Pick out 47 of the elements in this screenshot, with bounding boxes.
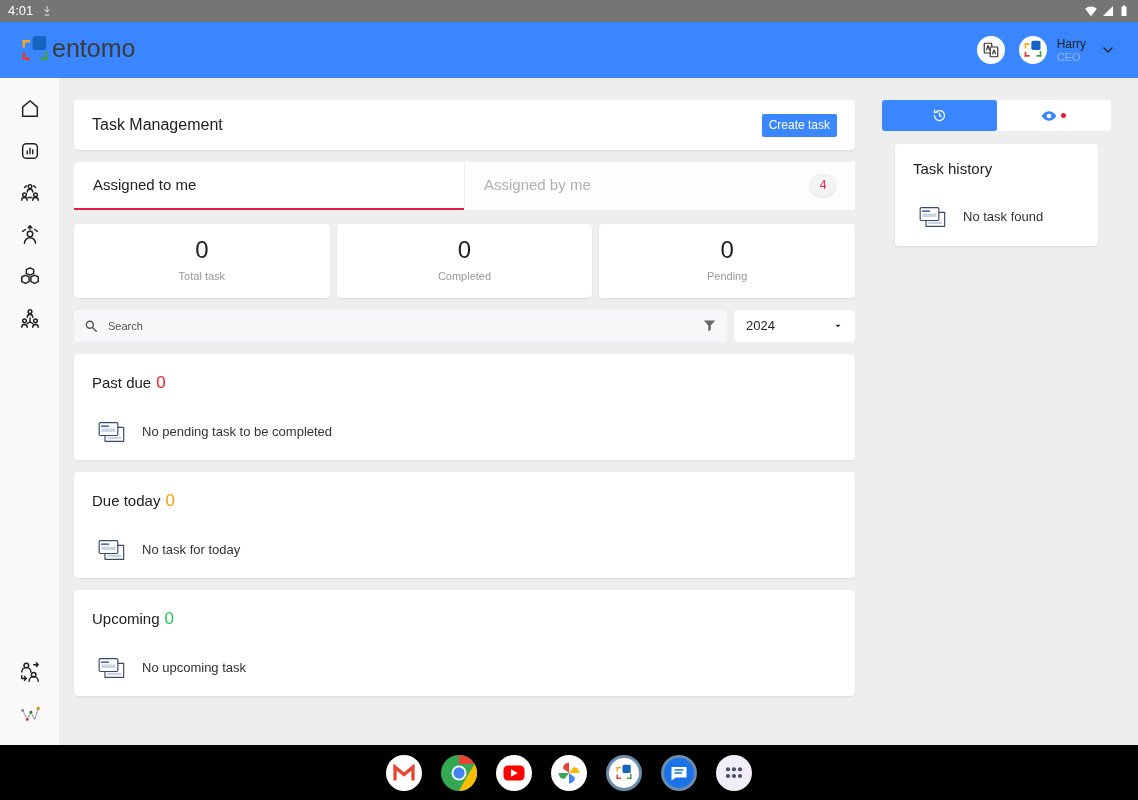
people-swap-icon[interactable]: [18, 661, 41, 683]
user-role: CEO: [1056, 51, 1081, 63]
stat-value: 0: [457, 237, 472, 262]
status-time: 4:01: [8, 2, 34, 21]
section-count: 0: [156, 372, 166, 394]
section-title: Due today: [92, 491, 161, 511]
history-icon: [931, 108, 947, 123]
logo-text: entomo: [52, 35, 136, 61]
play-icon[interactable]: [496, 754, 532, 791]
section-count: 0: [165, 490, 175, 512]
empty-message: No task for today: [142, 540, 241, 559]
mail-icon[interactable]: [386, 754, 422, 791]
wifi-icon: [1084, 4, 1098, 18]
people-group-icon[interactable]: [18, 182, 41, 204]
search-icon: [84, 319, 98, 333]
section-title: Upcoming: [92, 609, 160, 629]
chat-bubble-icon[interactable]: [661, 754, 697, 791]
pinwheel-icon[interactable]: [551, 754, 587, 791]
people-hierarchy-icon[interactable]: [18, 308, 41, 330]
section-count: 0: [164, 608, 174, 630]
stat-value: 0: [720, 237, 734, 262]
avatar[interactable]: [1018, 36, 1047, 64]
section-title: Past due: [92, 373, 152, 393]
empty-message: No pending task to be completed: [142, 422, 333, 441]
logo-icon[interactable]: [606, 754, 642, 791]
stat-label: Pending: [706, 268, 748, 284]
view-toggle[interactable]: [996, 100, 1111, 131]
year-dropdown[interactable]: 2024: [734, 310, 855, 342]
browser-icon[interactable]: [441, 754, 477, 791]
translate-icon: [981, 41, 1000, 59]
stat-label: Completed: [437, 268, 492, 284]
empty-message: No upcoming task: [142, 658, 247, 677]
tab[interactable]: Assigned by me 4: [464, 162, 855, 210]
panel-title: Task history: [913, 159, 994, 179]
filter-icon[interactable]: [702, 318, 717, 333]
user-name: Harry: [1056, 37, 1086, 50]
stat-label: Total task: [178, 268, 226, 284]
stat-value: 0: [195, 237, 209, 262]
search-field[interactable]: Search: [74, 310, 727, 342]
signal-icon: [1102, 5, 1114, 17]
logo-icon: [1022, 40, 1043, 60]
page-title: Task Management: [92, 115, 223, 135]
translate-button[interactable]: [976, 36, 1005, 64]
history-toggle[interactable]: [882, 100, 997, 131]
app-grid-icon[interactable]: [716, 754, 752, 791]
count-badge: 4: [810, 174, 836, 196]
empty-message: No task found: [963, 207, 1044, 226]
